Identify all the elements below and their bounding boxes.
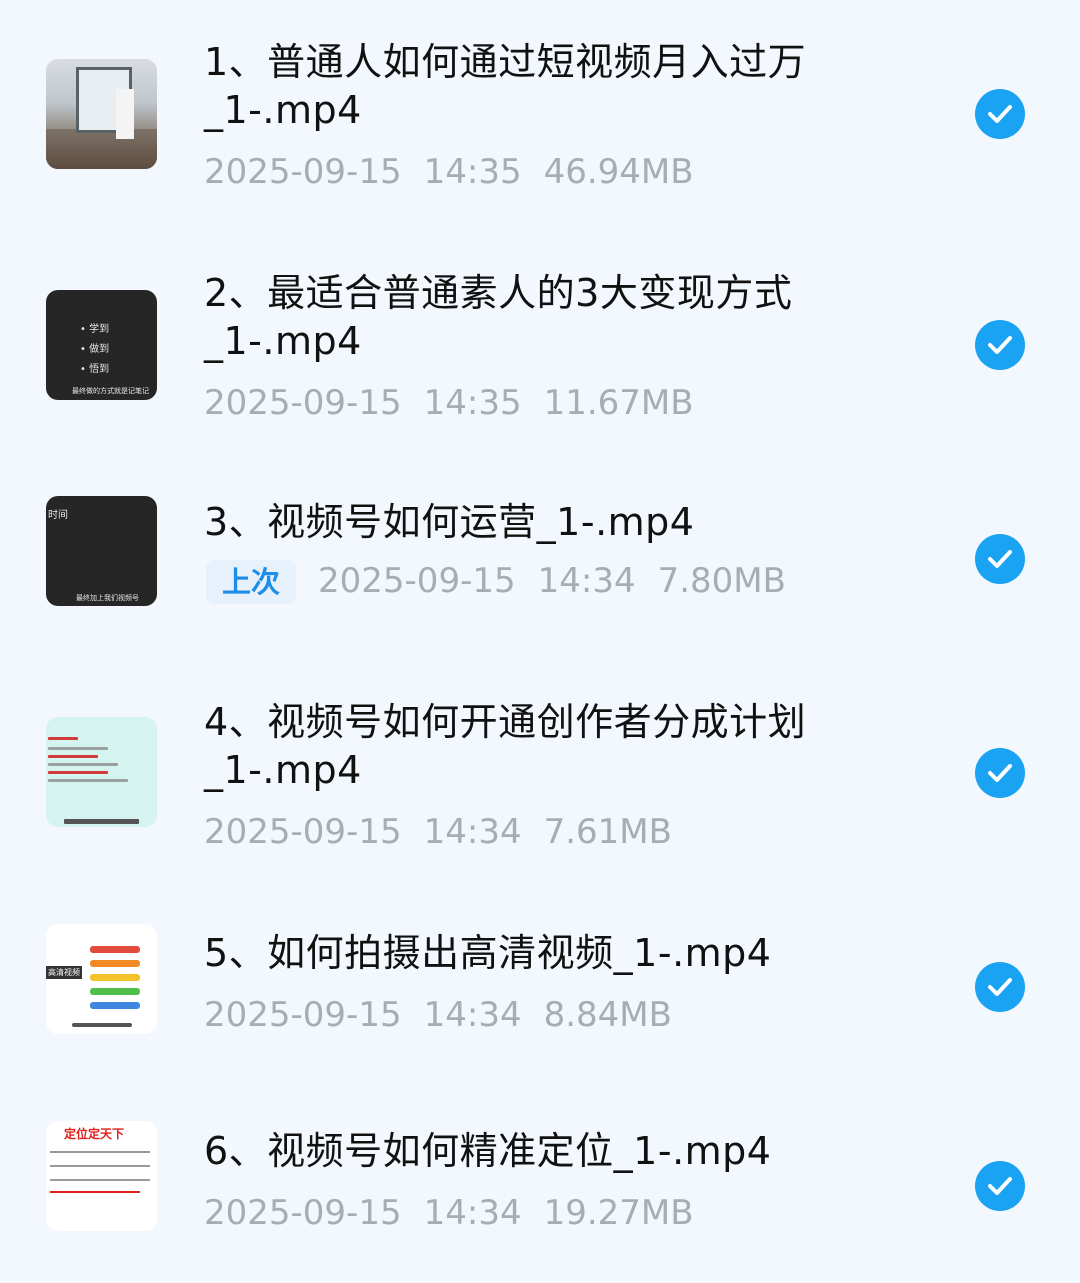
file-time: 14:35 (423, 383, 522, 423)
file-date: 2025-09-15 (204, 1193, 402, 1233)
file-date: 2025-09-15 (204, 995, 402, 1035)
thumbnail-door (116, 89, 134, 139)
file-time: 14:34 (537, 561, 636, 601)
thumbnail-line (48, 747, 108, 750)
file-size: 46.94MB (543, 152, 694, 192)
file-info: 4、视频号如何开通创作者分成计划 _1-.mp4 2025-09-15 14:34… (204, 698, 904, 852)
thumbnail-pill (90, 1002, 140, 1009)
file-time: 14:34 (423, 812, 522, 852)
list-item[interactable]: 定位定天下 6、视频号如何精准定位_1-.mp4 2025-09-15 14:34… (0, 1100, 1080, 1283)
file-date: 2025-09-15 (204, 383, 402, 423)
file-title: 4、视频号如何开通创作者分成计划 _1-.mp4 (204, 700, 807, 792)
thumbnail-line (48, 771, 108, 774)
file-date: 2025-09-15 (318, 561, 516, 601)
file-meta: 2025-09-15 14:34 8.84MB (204, 995, 904, 1035)
file-info: 6、视频号如何精准定位_1-.mp4 2025-09-15 14:34 19.27M… (204, 1127, 904, 1233)
thumbnail-pill (90, 974, 140, 981)
file-title: 6、视频号如何精准定位_1-.mp4 (204, 1129, 772, 1173)
list-item[interactable]: 时间 最终加上我们视频号 3、视频号如何运营_1-.mp4 上次 2025-09-… (0, 445, 1080, 670)
file-title: 1、普通人如何通过短视频月入过万 _1-.mp4 (204, 40, 807, 132)
list-item[interactable]: 高清视频 5、如何拍摄出高清视频_1-.mp4 2025-09-15 14:34 8… (0, 905, 1080, 1100)
video-thumbnail[interactable]: 高清视频 (46, 924, 157, 1034)
list-item[interactable]: 4、视频号如何开通创作者分成计划 _1-.mp4 2025-09-15 14:34… (0, 670, 1080, 905)
checkmark-circle-icon[interactable] (975, 89, 1025, 139)
thumbnail-text: 高清视频 (46, 966, 82, 979)
file-size: 7.80MB (657, 561, 786, 601)
video-file-list: 1、普通人如何通过短视频月入过万 _1-.mp4 2025-09-15 14:35… (0, 0, 1080, 1283)
thumbnail-text: 时间 (48, 510, 68, 521)
checkmark-circle-icon[interactable] (975, 534, 1025, 584)
thumbnail-line (50, 1179, 150, 1181)
file-time: 14:35 (423, 152, 522, 192)
file-meta: 上次 2025-09-15 14:34 7.80MB (206, 560, 904, 604)
file-info: 2、最适合普通素人的3大变现方式 _1-.mp4 2025-09-15 14:35… (204, 269, 904, 423)
thumbnail-pill (90, 988, 140, 995)
file-info: 3、视频号如何运营_1-.mp4 上次 2025-09-15 14:34 7.80MB (204, 498, 904, 604)
thumbnail-floor (46, 129, 157, 169)
video-thumbnail[interactable] (46, 717, 157, 827)
video-thumbnail[interactable]: 定位定天下 (46, 1121, 157, 1231)
thumbnail-line (50, 1151, 150, 1153)
thumbnail-caption-bar (72, 1023, 132, 1027)
file-size: 8.84MB (543, 995, 672, 1035)
file-time: 14:34 (423, 995, 522, 1035)
checkmark-circle-icon[interactable] (975, 962, 1025, 1012)
thumbnail-text: • 做到 (80, 344, 110, 355)
file-meta: 2025-09-15 14:34 7.61MB (204, 812, 904, 852)
video-thumbnail[interactable]: 时间 最终加上我们视频号 (46, 496, 157, 606)
thumbnail-caption-bar (64, 819, 139, 824)
file-meta: 2025-09-15 14:35 46.94MB (204, 152, 904, 192)
file-size: 11.67MB (543, 383, 694, 423)
file-title: 5、如何拍摄出高清视频_1-.mp4 (204, 931, 772, 975)
thumbnail-line (48, 763, 118, 766)
file-size: 19.27MB (543, 1193, 694, 1233)
file-meta: 2025-09-15 14:35 11.67MB (204, 383, 904, 423)
thumbnail-line (48, 737, 78, 740)
thumbnail-line (48, 755, 98, 758)
file-title: 2、最适合普通素人的3大变现方式 _1-.mp4 (204, 271, 793, 363)
thumbnail-pill (90, 960, 140, 967)
last-played-badge: 上次 (206, 560, 297, 604)
list-item[interactable]: • 学到 • 做到 • 悟到 最终做的方式就是记笔记 2、最适合普通素人的3大变… (0, 230, 1080, 445)
file-info: 5、如何拍摄出高清视频_1-.mp4 2025-09-15 14:34 8.84MB (204, 929, 904, 1035)
list-item[interactable]: 1、普通人如何通过短视频月入过万 _1-.mp4 2025-09-15 14:35… (0, 0, 1080, 230)
thumbnail-text: • 学到 (80, 324, 110, 335)
file-info: 1、普通人如何通过短视频月入过万 _1-.mp4 2025-09-15 14:35… (204, 38, 904, 192)
thumbnail-text: • 悟到 (80, 364, 110, 375)
video-thumbnail[interactable]: • 学到 • 做到 • 悟到 最终做的方式就是记笔记 (46, 290, 157, 400)
thumbnail-line (50, 1191, 140, 1193)
thumbnail-caption: 最终做的方式就是记笔记 (72, 387, 149, 395)
file-meta: 2025-09-15 14:34 19.27MB (204, 1193, 904, 1233)
thumbnail-line (48, 779, 128, 782)
checkmark-circle-icon[interactable] (975, 1161, 1025, 1211)
file-date: 2025-09-15 (204, 812, 402, 852)
video-thumbnail[interactable] (46, 59, 157, 169)
file-time: 14:34 (423, 1193, 522, 1233)
file-title: 3、视频号如何运营_1-.mp4 (204, 500, 695, 544)
file-size: 7.61MB (543, 812, 672, 852)
thumbnail-line (50, 1165, 150, 1167)
thumbnail-caption: 最终加上我们视频号 (76, 594, 139, 602)
thumbnail-pill (90, 946, 140, 953)
checkmark-circle-icon[interactable] (975, 320, 1025, 370)
thumbnail-text: 定位定天下 (64, 1127, 125, 1141)
file-date: 2025-09-15 (204, 152, 402, 192)
checkmark-circle-icon[interactable] (975, 748, 1025, 798)
